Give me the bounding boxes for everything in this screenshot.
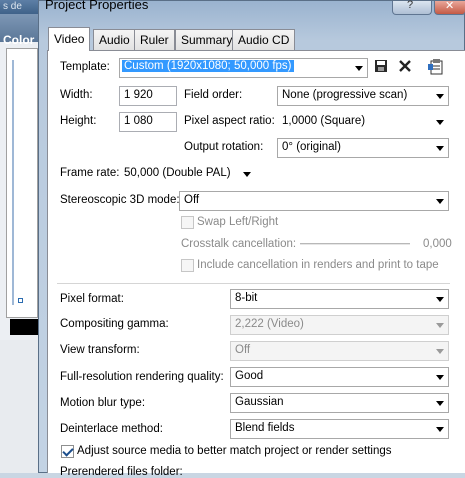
chevron-down-icon <box>436 323 444 328</box>
crosstalk-value: 0,000 <box>423 238 452 250</box>
background-title: s de <box>3 1 22 12</box>
close-icon: ✕ <box>445 0 455 12</box>
height-field[interactable]: 1 080 <box>119 112 177 132</box>
match-media-button[interactable] <box>427 58 445 76</box>
frame-rate-combo[interactable]: 50,000 (Double PAL) <box>119 164 256 184</box>
field-order-label: Field order: <box>184 89 243 101</box>
section-divider <box>57 283 450 284</box>
tab-video[interactable]: Video <box>48 27 91 51</box>
chevron-down-icon <box>436 146 444 151</box>
pixel-aspect-value: 1,0000 (Square) <box>282 115 366 127</box>
template-combo[interactable]: Custom (1920x1080; 50,000 fps) <box>119 58 368 78</box>
compositing-gamma-combo[interactable]: 2,222 (Video) <box>230 315 449 335</box>
width-field[interactable]: 1 920 <box>119 86 177 106</box>
swap-checkbox[interactable] <box>181 216 194 229</box>
match-media-icon <box>427 59 442 75</box>
chevron-down-icon <box>436 349 444 354</box>
motion-blur-value: Gaussian <box>235 396 284 408</box>
save-icon <box>375 60 387 72</box>
chevron-down-icon <box>436 297 444 302</box>
pixel-format-combo[interactable]: 8-bit <box>230 289 449 309</box>
curve-panel[interactable] <box>6 48 38 318</box>
chevron-down-icon <box>436 94 444 99</box>
compositing-gamma-value: 2,222 (Video) <box>235 318 304 330</box>
view-transform-label: View transform: <box>60 344 140 356</box>
chevron-down-icon <box>436 401 444 406</box>
chevron-down-icon <box>436 120 444 125</box>
tab-audio-cd[interactable]: Audio CD <box>232 29 296 50</box>
template-label: Template: <box>60 61 110 73</box>
save-template-button[interactable] <box>372 59 390 77</box>
curve-handle[interactable] <box>18 298 23 303</box>
tab-ruler[interactable]: Ruler <box>134 29 175 50</box>
field-order-value: None (progressive scan) <box>282 89 408 101</box>
deinterlace-combo[interactable]: Blend fields <box>230 419 449 439</box>
full-res-quality-label: Full-resolution rendering quality: <box>60 371 224 383</box>
height-value: 1 080 <box>124 115 153 127</box>
chevron-down-icon <box>436 199 444 204</box>
template-value: Custom (1920x1080; 50,000 fps) <box>122 60 294 72</box>
motion-blur-label: Motion blur type: <box>60 397 146 409</box>
prerendered-folder-label: Prerendered files folder: <box>60 466 183 478</box>
delete-icon <box>399 60 411 72</box>
pixel-format-value: 8-bit <box>235 292 258 304</box>
frame-rate-value: 50,000 (Double PAL) <box>124 167 231 179</box>
field-order-combo[interactable]: None (progressive scan) <box>277 86 449 106</box>
crosstalk-label: Crosstalk cancellation: <box>181 238 297 250</box>
full-res-quality-value: Good <box>235 370 264 382</box>
deinterlace-label: Deinterlace method: <box>60 423 163 435</box>
adjust-source-checkbox[interactable] <box>61 445 74 458</box>
include-cancellation-checkbox[interactable] <box>181 259 194 272</box>
view-transform-value: Off <box>235 344 251 356</box>
delete-template-button[interactable] <box>396 59 414 77</box>
output-rotation-value: 0° (original) <box>282 141 341 153</box>
chevron-down-icon <box>355 66 363 71</box>
stereo-combo[interactable]: Off <box>179 191 449 211</box>
chevron-down-icon <box>436 427 444 432</box>
frame-rate-label: Frame rate: <box>60 167 120 179</box>
motion-blur-combo[interactable]: Gaussian <box>230 393 449 413</box>
width-label: Width: <box>60 89 93 101</box>
crosstalk-slider[interactable] <box>300 243 410 245</box>
output-rotation-combo[interactable]: 0° (original) <box>277 138 449 158</box>
pixel-format-label: Pixel format: <box>60 293 124 305</box>
stereo-label: Stereoscopic 3D mode: <box>60 194 180 206</box>
close-button[interactable]: ✕ <box>434 0 465 15</box>
stereo-value: Off <box>184 194 200 206</box>
include-cancellation-label: Include cancellation in renders and prin… <box>197 259 439 271</box>
width-value: 1 920 <box>124 89 153 101</box>
swap-label: Swap Left/Right <box>197 216 279 228</box>
tab-summary[interactable]: Summary <box>175 29 239 50</box>
pixel-aspect-label: Pixel aspect ratio: <box>184 115 275 127</box>
pixel-aspect-combo[interactable]: 1,0000 (Square) <box>277 112 449 132</box>
tab-audio[interactable]: Audio <box>93 29 136 50</box>
chevron-down-icon <box>436 375 444 380</box>
color-label: Color <box>3 33 35 47</box>
height-label: Height: <box>60 115 97 127</box>
deinterlace-value: Blend fields <box>235 422 295 434</box>
black-swatch <box>10 319 38 335</box>
compositing-gamma-label: Compositing gamma: <box>60 318 169 330</box>
chevron-down-icon <box>243 172 251 177</box>
curve-line <box>12 60 14 305</box>
help-icon: ? <box>407 0 414 11</box>
help-button[interactable]: ? <box>392 0 432 15</box>
view-transform-combo[interactable]: Off <box>230 341 449 361</box>
full-res-quality-combo[interactable]: Good <box>230 367 449 387</box>
adjust-source-label: Adjust source media to better match proj… <box>77 445 392 457</box>
output-rotation-label: Output rotation: <box>184 141 264 153</box>
dialog-title: Project Properties <box>45 0 149 12</box>
